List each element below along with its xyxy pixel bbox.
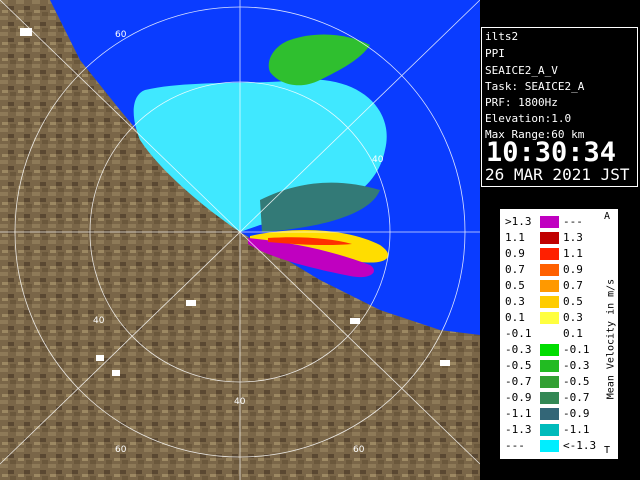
site-name: ilts2 — [485, 30, 519, 43]
legend-high-value: 0.5 — [563, 295, 583, 308]
scan-time: 10:30:34 — [486, 137, 617, 168]
legend-row: -0.5 -0.3 — [500, 358, 620, 374]
legend-high-value: -0.3 — [563, 359, 590, 372]
range-label: 40 — [234, 397, 246, 407]
legend-low-value: -0.9 — [505, 391, 532, 404]
radar-info-panel: ilts2 PPI SEAICE2_A_V Task: SEAICE2_A PR… — [481, 27, 638, 187]
legend-unit: Mean Velocity in m/s — [605, 278, 617, 400]
legend-low-value: >1.3 — [505, 215, 532, 228]
range-label: 60 — [115, 445, 127, 455]
legend-swatch — [540, 232, 559, 244]
legend-row: 0.9 1.1 — [500, 246, 620, 262]
legend-row: -0.7 -0.5 — [500, 374, 620, 390]
legend-low-value: 0.1 — [505, 311, 525, 324]
legend-row: 0.7 0.9 — [500, 262, 620, 278]
legend-low-value: -0.3 — [505, 343, 532, 356]
legend-high-value: --- — [563, 215, 583, 228]
legend-high-value: -1.1 — [563, 423, 590, 436]
legend-swatch — [540, 424, 559, 436]
legend-high-value: <-1.3 — [563, 439, 597, 452]
legend-row: -0.3 -0.1 — [500, 342, 620, 358]
legend-low-value: -0.7 — [505, 375, 532, 388]
legend-low-value: 0.3 — [505, 295, 525, 308]
legend-high-value: 0.3 — [563, 311, 583, 324]
legend-row: 0.1 0.3 — [500, 310, 620, 326]
task-name: Task: SEAICE2_A — [485, 80, 585, 93]
legend-swatch — [540, 360, 559, 372]
range-label: 40 — [93, 316, 105, 326]
legend-row: >1.3 --- — [500, 214, 620, 230]
velocity-legend: >1.3 --- 1.1 1.3 0.9 1.1 0.7 0.9 0.5 0.7 0.3 0.5 0.1… — [498, 207, 620, 461]
prf-value: PRF: 1800Hz — [485, 96, 558, 109]
legend-row: 0.5 0.7 — [500, 278, 620, 294]
radar-ppi-map: 60 40 40 40 60 60 — [0, 0, 480, 480]
legend-swatch — [540, 280, 559, 292]
legend-low-value: -0.5 — [505, 359, 532, 372]
legend-low-value: -1.1 — [505, 407, 532, 420]
legend-high-value: 0.9 — [563, 263, 583, 276]
legend-row: -0.1 0.1 — [500, 326, 620, 342]
legend-swatch — [540, 296, 559, 308]
legend-low-value: 1.1 — [505, 231, 525, 244]
legend-swatch — [540, 408, 559, 420]
legend-row: -1.3 -1.1 — [500, 422, 620, 438]
legend-low-value: -0.1 — [505, 327, 532, 340]
range-label: 60 — [115, 30, 127, 40]
legend-low-value: 0.5 — [505, 279, 525, 292]
legend-row: 1.1 1.3 — [500, 230, 620, 246]
legend-swatch — [540, 312, 559, 324]
legend-high-value: 1.1 — [563, 247, 583, 260]
legend-swatch — [540, 376, 559, 388]
legend-low-value: -1.3 — [505, 423, 532, 436]
legend-high-value: -0.5 — [563, 375, 590, 388]
legend-row: -1.1 -0.9 — [500, 406, 620, 422]
legend-high-value: -0.7 — [563, 391, 590, 404]
legend-row: -0.9 -0.7 — [500, 390, 620, 406]
legend-swatch — [540, 264, 559, 276]
legend-swatch — [540, 328, 559, 340]
range-label: 60 — [353, 445, 365, 455]
scan-date: 26 MAR 2021 JST — [485, 165, 630, 184]
legend-high-value: 1.3 — [563, 231, 583, 244]
legend-corner-bottom: T — [604, 445, 611, 456]
legend-low-value: 0.9 — [505, 247, 525, 260]
legend-high-value: 0.7 — [563, 279, 583, 292]
legend-swatch — [540, 344, 559, 356]
legend-swatch — [540, 248, 559, 260]
legend-low-value: 0.7 — [505, 263, 525, 276]
legend-swatch — [540, 440, 559, 452]
legend-high-value: -0.9 — [563, 407, 590, 420]
legend-corner-top: A — [604, 211, 611, 222]
product-name: SEAICE2_A_V — [485, 64, 558, 77]
legend-low-value: --- — [505, 439, 525, 452]
legend-high-value: 0.1 — [563, 327, 583, 340]
legend-swatch — [540, 392, 559, 404]
legend-row: 0.3 0.5 — [500, 294, 620, 310]
legend-swatch — [540, 216, 559, 228]
legend-high-value: -0.1 — [563, 343, 590, 356]
legend-row: --- <-1.3 — [500, 438, 620, 454]
elevation-value: Elevation:1.0 — [485, 112, 572, 125]
range-label: 40 — [372, 155, 384, 165]
scan-mode: PPI — [485, 47, 505, 60]
